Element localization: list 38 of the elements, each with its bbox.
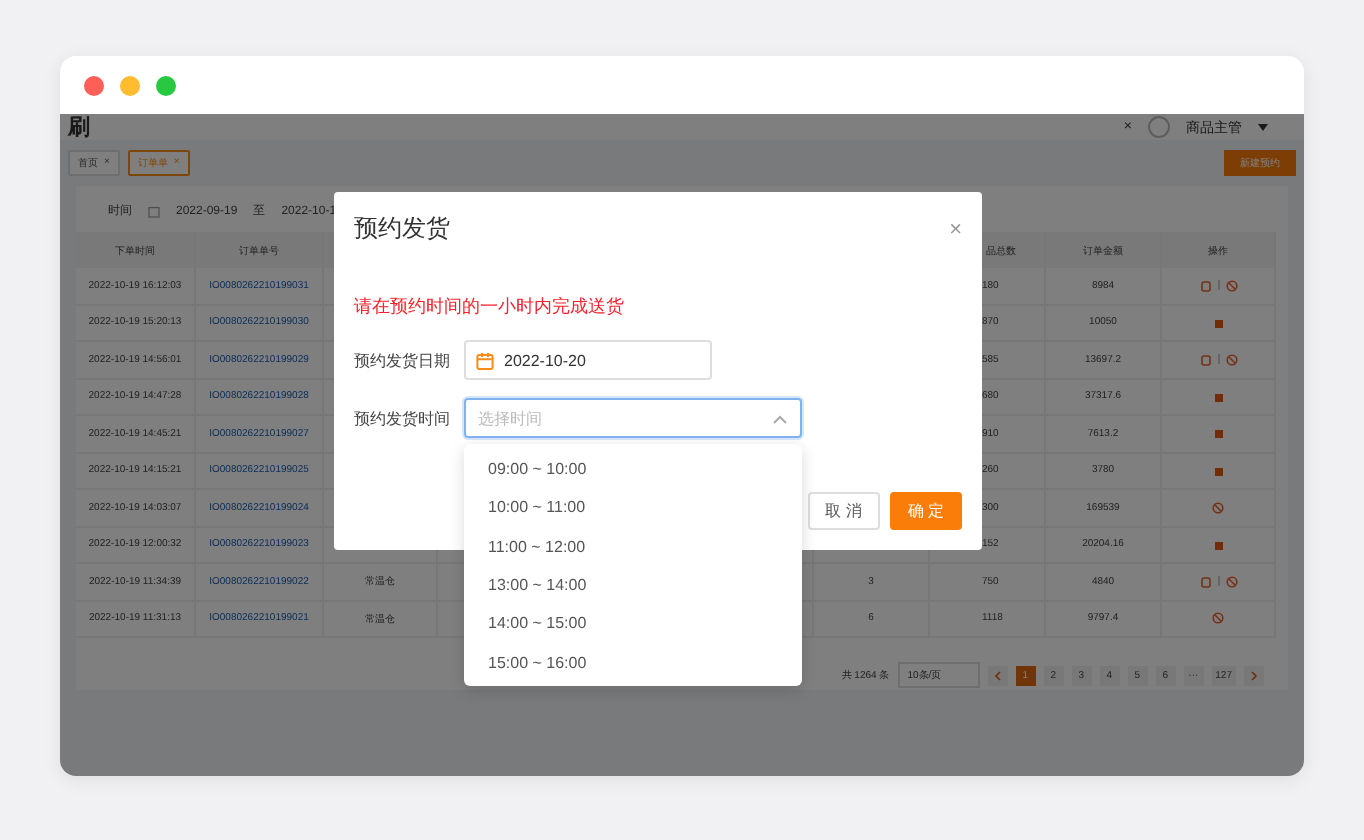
time-option[interactable]: 14:00 ~ 15:00 — [464, 604, 802, 643]
warning-text: 请在预约时间的一小时内完成送货 — [354, 294, 626, 320]
field-label: 预约发货日期 — [354, 349, 452, 371]
delete-icon[interactable] — [1213, 317, 1223, 328]
next-page-icon[interactable] — [1244, 665, 1264, 685]
alarm-clock-icon[interactable] — [1199, 353, 1211, 366]
time-option[interactable]: 11:00 ~ 12:00 — [464, 527, 802, 566]
chevron-icon — [772, 413, 788, 423]
cancel-icon[interactable] — [1225, 279, 1237, 292]
field-label: 预约发货时间 — [354, 407, 452, 429]
time-option[interactable]: 10:00 ~ 11:00 — [464, 488, 802, 528]
cancel-icon[interactable] — [1225, 353, 1237, 366]
caret-icon[interactable] — [1258, 123, 1268, 131]
window-control-dot[interactable] — [84, 75, 104, 95]
time-select[interactable]: 选择时间 — [464, 398, 802, 438]
calendar-icon[interactable] — [148, 205, 160, 217]
time-option[interactable]: 15:00 ~ 16:00 — [464, 642, 802, 682]
calendar-icon — [476, 351, 494, 369]
alarm-clock-icon[interactable] — [1199, 279, 1211, 292]
window-control-dot[interactable] — [120, 75, 140, 95]
dialog-title: 预约发货 — [354, 212, 450, 246]
delete-icon[interactable] — [1213, 428, 1223, 439]
window-control-dot[interactable] — [156, 75, 176, 95]
time-option[interactable]: 09:00 ~ 10:00 — [464, 450, 802, 489]
cancel-icon[interactable] — [1212, 612, 1224, 625]
cancel-button[interactable]: 取 消 — [807, 492, 880, 530]
logo: 刷 — [68, 114, 90, 142]
time-option[interactable]: 13:00 ~ 14:00 — [464, 565, 802, 605]
confirm-button[interactable]: 确 定 — [889, 492, 962, 530]
date-field[interactable]: 2022-10-20 — [464, 340, 712, 380]
cancel-icon[interactable] — [1212, 501, 1224, 514]
delete-icon[interactable] — [1213, 391, 1223, 402]
alarm-clock-icon[interactable] — [1199, 575, 1211, 588]
delete-icon[interactable] — [1213, 465, 1223, 476]
previous-page-icon[interactable] — [987, 665, 1008, 685]
delete-icon[interactable] — [1213, 539, 1223, 550]
avatar-icon[interactable] — [1148, 116, 1170, 138]
cancel-icon[interactable] — [1225, 575, 1237, 588]
